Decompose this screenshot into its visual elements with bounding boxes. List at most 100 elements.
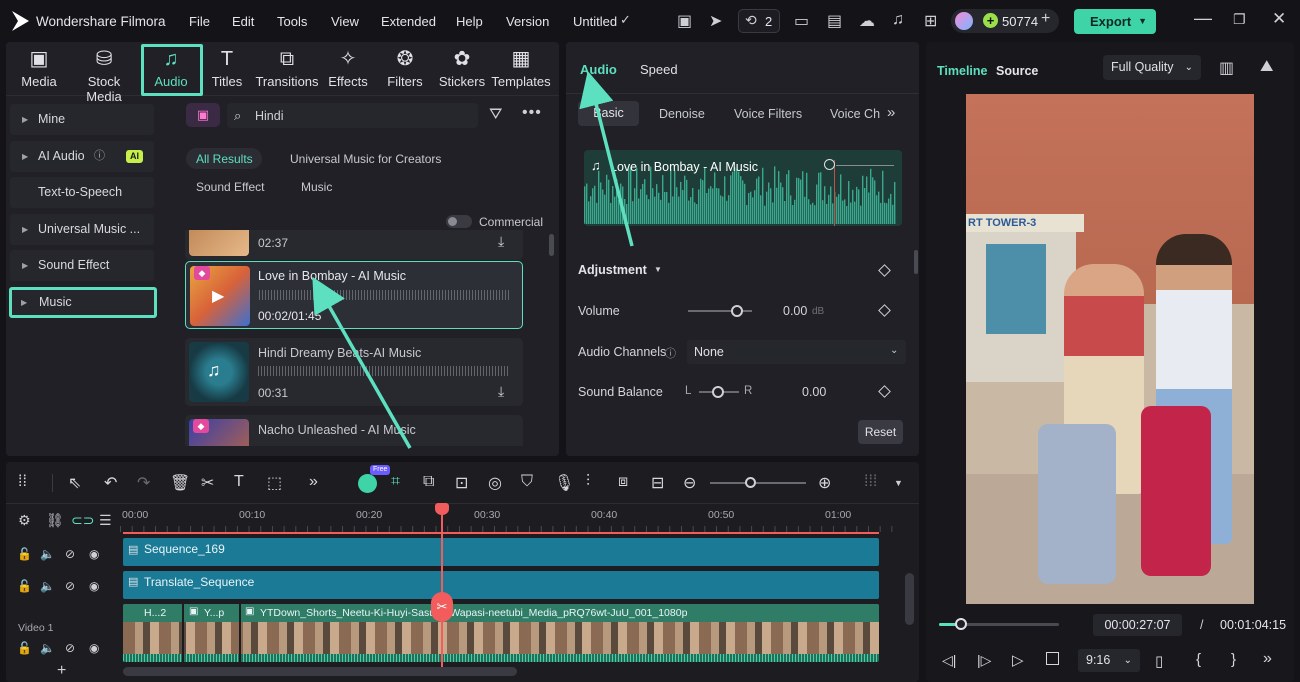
eye-icon[interactable]: ◉	[89, 641, 99, 655]
download-icon[interactable]: ⤓	[498, 233, 504, 250]
play-icon[interactable]: ▶	[212, 286, 224, 306]
menu-edit[interactable]: Edit	[232, 14, 254, 29]
stop-icon[interactable]	[1046, 652, 1059, 665]
audio-card-selected[interactable]: ◆ ▶ Love in Bombay - AI Music 00:02/01:4…	[185, 261, 523, 329]
lock-icon[interactable]: 🔓	[17, 579, 32, 593]
eye-icon[interactable]: ◉	[89, 579, 99, 593]
audio-card[interactable]: ◆ Nacho Unleashed - AI Music	[185, 415, 523, 446]
timeline-hscroll[interactable]	[123, 667, 517, 676]
lock-icon[interactable]: 🔓	[17, 547, 32, 561]
sidebar-item-music[interactable]: ▶ Music	[9, 287, 157, 318]
stabilize-icon[interactable]: ◎	[488, 473, 502, 493]
tab-transitions[interactable]: ⧉ Transitions	[253, 46, 321, 89]
send-icon[interactable]: ➤	[709, 11, 722, 31]
motion-track-icon[interactable]: ⧉	[423, 473, 434, 491]
headset-icon[interactable]: ♫	[892, 11, 904, 29]
tab-titles[interactable]: T Titles	[197, 46, 257, 89]
menu-help[interactable]: Help	[456, 14, 483, 29]
props-scrollbar[interactable]	[914, 250, 918, 274]
balance-value[interactable]: 0.00	[802, 385, 826, 399]
more-tools-icon[interactable]: »	[309, 473, 318, 491]
hide-track-icon[interactable]: ⊘	[65, 579, 75, 593]
sidebar-item-text-to-speech[interactable]: Text-to-Speech	[10, 177, 154, 208]
mark-out-icon[interactable]: }	[1231, 651, 1236, 668]
sidebar-item-ai-audio[interactable]: ▶ AI Audio ⓘ AI	[10, 141, 154, 172]
redo-icon[interactable]: ↷	[137, 473, 150, 493]
audio-list-scrollbar[interactable]	[549, 234, 554, 256]
audio-mixer-icon[interactable]: ⫶	[586, 473, 590, 491]
hide-track-icon[interactable]: ⊘	[65, 641, 75, 655]
subtab-denoise[interactable]: Denoise	[659, 107, 705, 121]
timeline-settings-icon[interactable]: ⁞⁞⁞	[864, 473, 877, 491]
text-tool-icon[interactable]: T	[234, 473, 244, 491]
next-frame-icon[interactable]: |▷	[977, 652, 991, 669]
mute-speaker-icon[interactable]: 🔈	[40, 547, 55, 561]
zoom-slider-track[interactable]	[710, 482, 806, 484]
subtab-more-icon[interactable]: »	[887, 104, 895, 121]
snapshot-icon[interactable]: ⛰	[1260, 58, 1273, 76]
settings-gear-icon[interactable]: ⚙	[18, 512, 31, 529]
gift-icon[interactable]: ▣	[677, 11, 692, 31]
audio-card[interactable]: ♫ Hindi Dreamy Beats-AI Music 00:31 ⤓	[185, 338, 523, 406]
menu-version[interactable]: Version	[506, 14, 549, 29]
search-input[interactable]: Hindi	[255, 109, 284, 123]
more-icon[interactable]: •••	[522, 104, 542, 122]
sidebar-item-universal-music[interactable]: ▶ Universal Music ...	[10, 214, 154, 245]
track-sequence-169[interactable]	[123, 538, 879, 566]
apps-grid-icon[interactable]: ⊞	[924, 11, 937, 31]
add-credits-icon[interactable]: +	[1041, 10, 1050, 28]
mark-in-icon[interactable]: {	[1196, 651, 1201, 668]
props-tab-speed[interactable]: Speed	[640, 62, 678, 77]
unlink-icon[interactable]: ⛓	[46, 512, 64, 529]
subtab-voice-changer[interactable]: Voice Ch	[830, 107, 880, 121]
playback-progress-knob[interactable]	[954, 618, 967, 630]
quality-dropdown[interactable]: Full Quality ⌄	[1103, 55, 1201, 80]
preview-tab-timeline[interactable]: Timeline	[937, 64, 987, 78]
reset-button[interactable]: Reset	[858, 420, 903, 444]
microphone-icon[interactable]: 🎙	[554, 473, 574, 493]
tab-stickers[interactable]: ✿ Stickers	[432, 46, 492, 89]
balance-slider-thumb[interactable]	[712, 386, 724, 398]
add-track-icon[interactable]: +	[57, 662, 66, 680]
track-manager-icon[interactable]: ☰	[99, 512, 112, 529]
tab-media[interactable]: ▣ Media	[9, 46, 69, 89]
ai-music-button[interactable]: ▣	[186, 103, 220, 127]
select-tool-icon[interactable]: ⇖	[68, 473, 81, 493]
timeline-menu-caret-icon[interactable]: ▼	[894, 478, 903, 488]
grid-view-icon[interactable]: ▥	[1219, 58, 1234, 78]
audio-card[interactable]: 02:37 ⤓	[185, 230, 523, 260]
download-icon[interactable]: ⤓	[498, 383, 504, 400]
video-preview-frame[interactable]: RT TOWER-3	[966, 94, 1254, 604]
keyframe-icon[interactable]: ⊟	[651, 473, 664, 493]
menu-extended[interactable]: Extended	[381, 14, 436, 29]
eye-icon[interactable]: ◉	[89, 547, 99, 561]
cloud-upload-icon[interactable]: ☁	[859, 11, 875, 31]
playhead-split-scissors-icon[interactable]: ✂	[431, 592, 453, 622]
more-controls-icon[interactable]: »	[1263, 650, 1272, 668]
split-scissors-icon[interactable]: ✂	[201, 473, 214, 493]
tab-filters[interactable]: ❂ Filters	[375, 46, 435, 89]
menu-tools[interactable]: Tools	[277, 14, 307, 29]
playhead-handle[interactable]	[435, 503, 449, 515]
subtab-voice-filters[interactable]: Voice Filters	[734, 107, 802, 121]
sidebar-item-mine[interactable]: ▶ Mine	[10, 104, 154, 135]
auto-reframe-icon[interactable]: ⊡	[455, 473, 468, 493]
delete-icon[interactable]: 🗑	[170, 473, 190, 493]
lock-icon[interactable]: 🔓	[17, 641, 32, 655]
zoom-out-icon[interactable]: ⊖	[683, 473, 696, 493]
timeline-vscroll[interactable]	[905, 573, 914, 625]
tab-audio[interactable]: ♫ Audio	[141, 46, 201, 89]
volume-value[interactable]: 0.00	[783, 304, 807, 318]
aspect-ratio-select[interactable]: 9:16 ⌄	[1078, 649, 1140, 672]
link-icon[interactable]: ⊂⊃	[71, 512, 94, 529]
save-icon[interactable]: ▤	[827, 11, 842, 31]
avatar[interactable]	[955, 12, 973, 30]
ai-mate-icon[interactable]	[358, 474, 377, 493]
zoom-slider-thumb[interactable]	[745, 477, 756, 488]
chip-umc[interactable]: Universal Music for Creators	[290, 152, 441, 166]
mask-shield-icon[interactable]: ⛉	[521, 473, 533, 491]
crop-icon[interactable]: ⬚	[267, 473, 282, 493]
close-icon[interactable]: ✕	[1272, 9, 1286, 29]
play-icon[interactable]: ▷	[1012, 651, 1024, 669]
monitor-icon[interactable]: ▭	[794, 11, 809, 31]
